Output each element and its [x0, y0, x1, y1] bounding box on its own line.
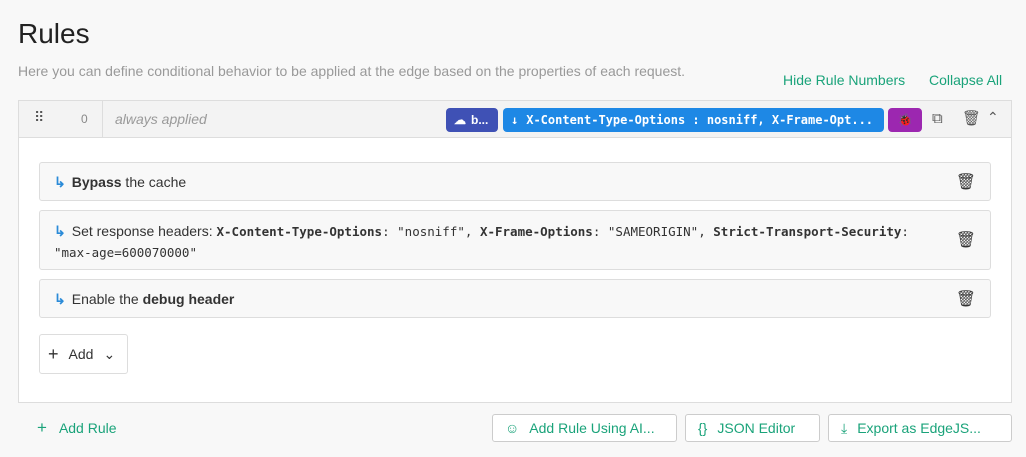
bug-icon: 🐞 [897, 113, 913, 127]
headers-badge[interactable]: ↓ X-Content-Type-Options : nosniff, X-Fra… [503, 108, 884, 132]
trash-icon[interactable]: 🗑 [956, 172, 976, 192]
add-action-dropdown[interactable]: + Add ⌄ [39, 334, 128, 374]
plus-icon: + [48, 343, 59, 364]
action-row[interactable]: ↳ Bypass the cache 🗑 [39, 162, 991, 201]
export-edgejs-button[interactable]: ⤓ Export as EdgeJS... [828, 414, 1012, 442]
trash-icon[interactable]: 🗑 [962, 109, 981, 127]
debug-badge[interactable]: 🐞 [888, 108, 922, 132]
action-row[interactable]: ↳ Set response headers: X-Content-Type-Op… [39, 210, 991, 270]
collapse-all-link[interactable]: Collapse All [929, 72, 1002, 88]
add-rule-ai-button[interactable]: ☺ Add Rule Using AI... [492, 414, 677, 442]
rule-card: ⠿ 0 always applied ☁ b... ↓ X-Content-Type… [18, 100, 1012, 403]
subdirectory-arrow-icon: ↳ [54, 223, 66, 239]
page-description: Here you can define conditional behavior… [18, 63, 686, 79]
download-icon: ⤓ [841, 419, 848, 436]
brain-icon: ☺ [505, 420, 520, 436]
action-row[interactable]: ↳ Enable the debug header 🗑 [39, 279, 991, 318]
arrow-down-icon: ↓ [511, 113, 519, 127]
rule-header[interactable]: ⠿ 0 always applied ☁ b... ↓ X-Content-Type… [19, 101, 1011, 138]
rule-number: 0 [81, 112, 88, 126]
rule-condition: always applied [115, 111, 207, 127]
trash-icon[interactable]: 🗑 [956, 231, 976, 251]
page-title: Rules [18, 18, 90, 49]
plus-icon: + [37, 418, 47, 437]
subdirectory-arrow-icon: ↳ [54, 174, 66, 190]
chevron-down-icon: ⌄ [103, 345, 116, 362]
add-rule-button[interactable]: + Add Rule [37, 418, 117, 437]
subdirectory-arrow-icon: ↳ [54, 291, 66, 307]
bypass-cache-badge[interactable]: ☁ b... [446, 108, 498, 132]
chevron-up-icon[interactable]: ⌃ [987, 109, 999, 126]
cloud-off-icon: ☁ [454, 113, 466, 127]
copy-icon[interactable]: ⧉ [932, 110, 943, 127]
trash-icon[interactable]: 🗑 [956, 289, 976, 309]
braces-icon: {} [698, 420, 708, 436]
json-editor-button[interactable]: {} JSON Editor [685, 414, 820, 442]
hide-rule-numbers-link[interactable]: Hide Rule Numbers [783, 72, 905, 88]
